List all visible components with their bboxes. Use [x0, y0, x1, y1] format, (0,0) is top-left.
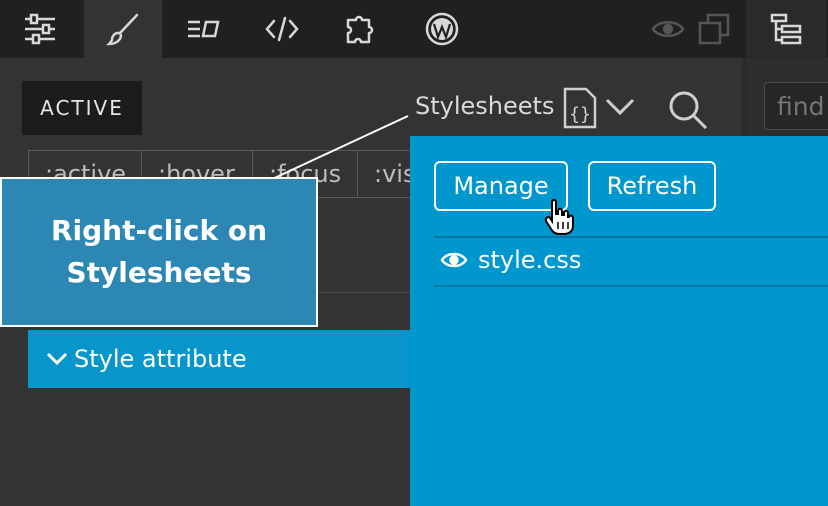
stylesheet-name: style.css	[478, 246, 582, 274]
divider	[434, 285, 828, 287]
divider	[434, 236, 828, 238]
tooltip-line-1: Right-click on	[50, 214, 268, 247]
eye-icon[interactable]	[440, 251, 468, 269]
tooltip-line-2: Stylesheets	[66, 256, 252, 289]
tooltip-callout: Right-click on Stylesheets	[0, 177, 318, 327]
stylesheet-item-style-css[interactable]: style.css	[440, 246, 581, 274]
refresh-button[interactable]: Refresh	[588, 161, 716, 211]
hand-cursor-icon	[544, 198, 576, 240]
